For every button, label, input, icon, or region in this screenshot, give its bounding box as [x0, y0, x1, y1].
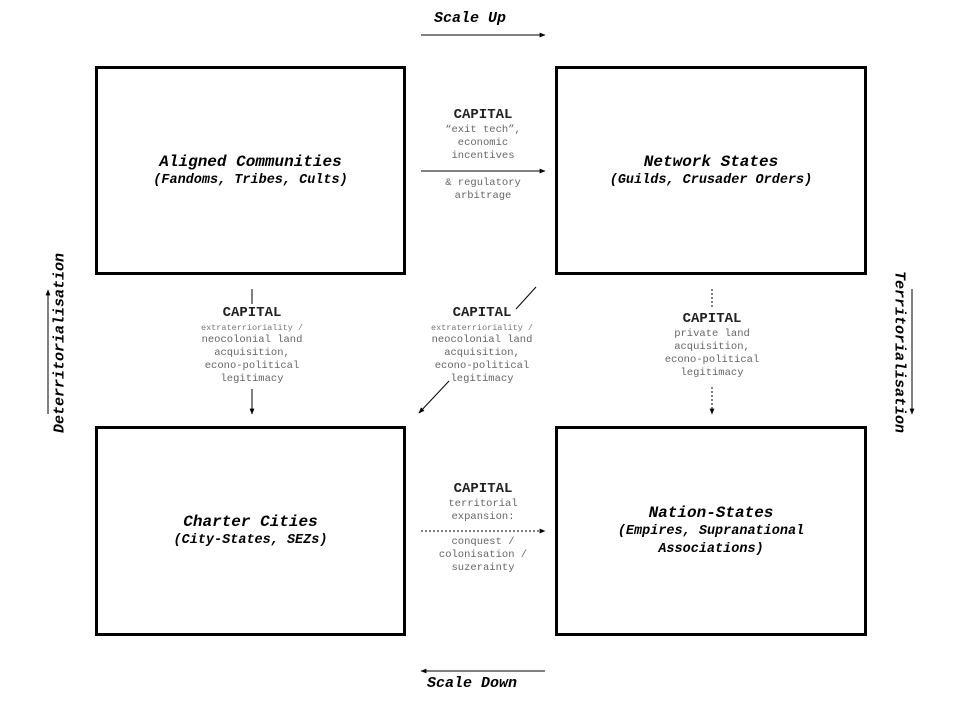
deterritorialisation-label: Deterritorialisation	[51, 252, 69, 434]
node-nation-states: Nation-States (Empires, Supranational As…	[555, 426, 867, 636]
edge-right-label: CAPITAL private land acquisition, econo-…	[642, 311, 782, 380]
territorialisation-label: Territorialisation	[890, 270, 908, 434]
node-subtitle: (Guilds, Crusader Orders)	[609, 172, 813, 188]
edge-bottom-label-above: CAPITAL territorial expansion:	[421, 481, 545, 524]
scale-down-label: Scale Down	[427, 675, 518, 692]
edge-text: & regulatory arbitrage	[445, 177, 521, 202]
node-network-states: Network States (Guilds, Crusader Orders)	[555, 66, 867, 275]
node-subtitle: (Empires, Supranational Associations)	[617, 524, 805, 557]
edge-heading: CAPITAL	[453, 107, 513, 123]
edge-text-first: extraterrioriality /	[430, 323, 534, 333]
node-subtitle: (City-States, SEZs)	[173, 533, 328, 548]
edge-heading: CAPITAL	[222, 305, 282, 321]
node-charter-cities: Charter Cities (City-States, SEZs)	[95, 426, 406, 636]
edge-bottom-label-below: conquest / colonisation / suzerainty	[421, 536, 545, 575]
edge-text: “exit tech”, economic incentives	[445, 124, 521, 162]
edge-text: neocolonial land acquisition, econo-poli…	[431, 334, 533, 385]
edge-heading: CAPITAL	[452, 305, 512, 321]
node-title: Charter Cities	[183, 513, 318, 531]
node-subtitle: (Fandoms, Tribes, Cults)	[153, 172, 348, 188]
edge-text: private land acquisition, econo-politica…	[664, 328, 760, 379]
node-aligned-communities: Aligned Communities (Fandoms, Tribes, Cu…	[95, 66, 406, 275]
node-title: Aligned Communities	[159, 152, 342, 171]
edge-top-label-above: CAPITAL “exit tech”, economic incentives	[421, 107, 545, 163]
edge-text-first: extraterrioriality /	[200, 323, 304, 333]
scale-up-label: Scale Up	[434, 10, 507, 27]
edge-text: conquest / colonisation / suzerainty	[438, 536, 528, 574]
edge-diagonal-label: CAPITAL extraterrioriality / neocolonial…	[412, 305, 552, 386]
node-title: Network States	[643, 152, 779, 171]
edge-left-label: CAPITAL extraterrioriality / neocolonial…	[182, 305, 322, 386]
node-title: Nation-States	[648, 504, 774, 522]
edge-top-label-below: & regulatory arbitrage	[421, 177, 545, 203]
edge-text: neocolonial land acquisition, econo-poli…	[201, 334, 303, 385]
edge-text: territorial expansion:	[448, 498, 518, 523]
edge-heading: CAPITAL	[682, 311, 742, 327]
edge-heading: CAPITAL	[453, 481, 513, 497]
